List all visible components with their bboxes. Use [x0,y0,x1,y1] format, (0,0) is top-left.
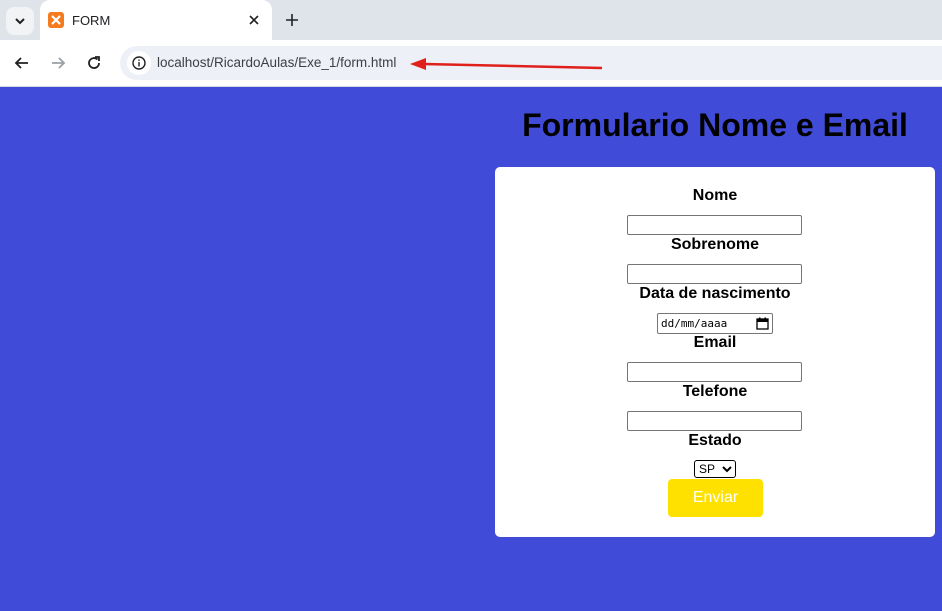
page-body: Formulario Nome e Email Nome Sobrenome D… [0,87,942,611]
data-nascimento-input[interactable]: dd/mm/aaaa [657,313,773,334]
page-title: Formulario Nome e Email [522,107,908,143]
calendar-icon[interactable] [756,317,769,333]
email-input[interactable] [627,362,802,382]
sobrenome-label: Sobrenome [670,236,759,253]
enviar-button[interactable]: Enviar [668,479,763,517]
form-card: Nome Sobrenome Data de nascimento dd/mm/… [495,167,935,537]
telefone-label: Telefone [682,383,748,400]
estado-selected-value: SP [699,462,716,476]
nome-input[interactable] [627,215,802,235]
telefone-input[interactable] [627,411,802,431]
date-placeholder: dd/mm/aaaa [661,317,728,330]
sobrenome-input[interactable] [627,264,802,284]
chevron-down-icon [722,463,732,477]
nome-label: Nome [692,187,738,204]
estado-select[interactable]: SP [694,460,736,478]
estado-label: Estado [688,432,742,449]
email-label: Email [693,334,737,351]
data-nascimento-label: Data de nascimento [639,285,791,302]
